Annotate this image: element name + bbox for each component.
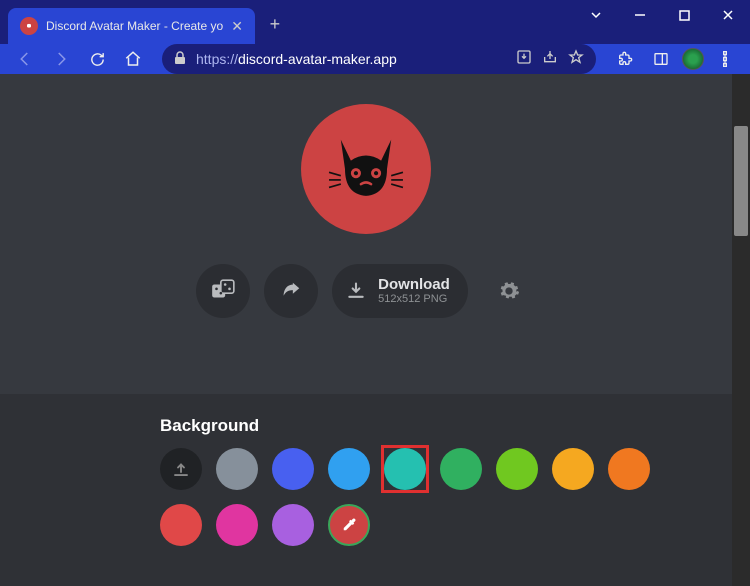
- minimize-button[interactable]: [618, 0, 662, 30]
- window-controls: [574, 0, 750, 30]
- background-heading: Background: [160, 416, 692, 436]
- upload-icon: [172, 460, 190, 478]
- install-app-icon[interactable]: [516, 49, 532, 70]
- profile-avatar[interactable]: [682, 48, 704, 70]
- scrollbar-thumb[interactable]: [734, 126, 748, 236]
- color-swatch[interactable]: [272, 504, 314, 546]
- download-label: Download: [378, 277, 450, 294]
- home-button[interactable]: [118, 44, 148, 74]
- color-swatch[interactable]: [160, 504, 202, 546]
- close-tab-icon[interactable]: ✕: [231, 18, 243, 35]
- maximize-button[interactable]: [662, 0, 706, 30]
- color-swatch[interactable]: [608, 448, 650, 490]
- color-swatch[interactable]: [384, 448, 426, 490]
- color-swatch[interactable]: [328, 448, 370, 490]
- back-button[interactable]: [10, 44, 40, 74]
- color-swatch[interactable]: [272, 448, 314, 490]
- color-swatch[interactable]: [496, 448, 538, 490]
- download-button[interactable]: Download 512x512 PNG: [332, 264, 468, 318]
- scrollbar[interactable]: [732, 74, 750, 586]
- forward-button[interactable]: [46, 44, 76, 74]
- page-content: Download 512x512 PNG Background: [0, 74, 732, 586]
- lock-icon: [174, 51, 186, 68]
- url-text: https://discord-avatar-maker.app: [196, 51, 506, 67]
- color-swatch[interactable]: [552, 448, 594, 490]
- share-arrow-icon: [280, 280, 302, 302]
- upload-background-button[interactable]: [160, 448, 202, 490]
- browser-toolbar: https://discord-avatar-maker.app: [0, 44, 750, 74]
- download-sublabel: 512x512 PNG: [378, 293, 450, 305]
- titlebar: Discord Avatar Maker - Create yo ✕ +: [0, 0, 750, 44]
- share-button[interactable]: [264, 264, 318, 318]
- close-window-button[interactable]: [706, 0, 750, 30]
- dice-icon: [210, 278, 236, 304]
- download-icon: [346, 281, 366, 301]
- avatar-preview: [301, 104, 431, 234]
- color-swatch[interactable]: [216, 448, 258, 490]
- tab-title: Discord Avatar Maker - Create yo: [46, 19, 223, 33]
- sidepanel-icon[interactable]: [646, 44, 676, 74]
- color-swatch[interactable]: [440, 448, 482, 490]
- gear-icon: [498, 280, 520, 302]
- new-tab-button[interactable]: +: [261, 10, 289, 38]
- randomize-button[interactable]: [196, 264, 250, 318]
- address-bar[interactable]: https://discord-avatar-maker.app: [162, 44, 596, 74]
- browser-tab[interactable]: Discord Avatar Maker - Create yo ✕: [8, 8, 255, 44]
- chevron-down-icon[interactable]: [574, 0, 618, 30]
- background-section: Background: [0, 394, 732, 586]
- settings-button[interactable]: [482, 264, 536, 318]
- cat-avatar-icon: [324, 127, 408, 211]
- eyedropper-icon: [340, 516, 358, 534]
- menu-dots-icon[interactable]: [710, 44, 740, 74]
- color-picker-button[interactable]: [328, 504, 370, 546]
- share-icon[interactable]: [542, 49, 558, 70]
- extensions-icon[interactable]: [610, 44, 640, 74]
- favicon-icon: [20, 17, 38, 35]
- reload-button[interactable]: [82, 44, 112, 74]
- color-swatch[interactable]: [216, 504, 258, 546]
- bookmark-star-icon[interactable]: [568, 49, 584, 70]
